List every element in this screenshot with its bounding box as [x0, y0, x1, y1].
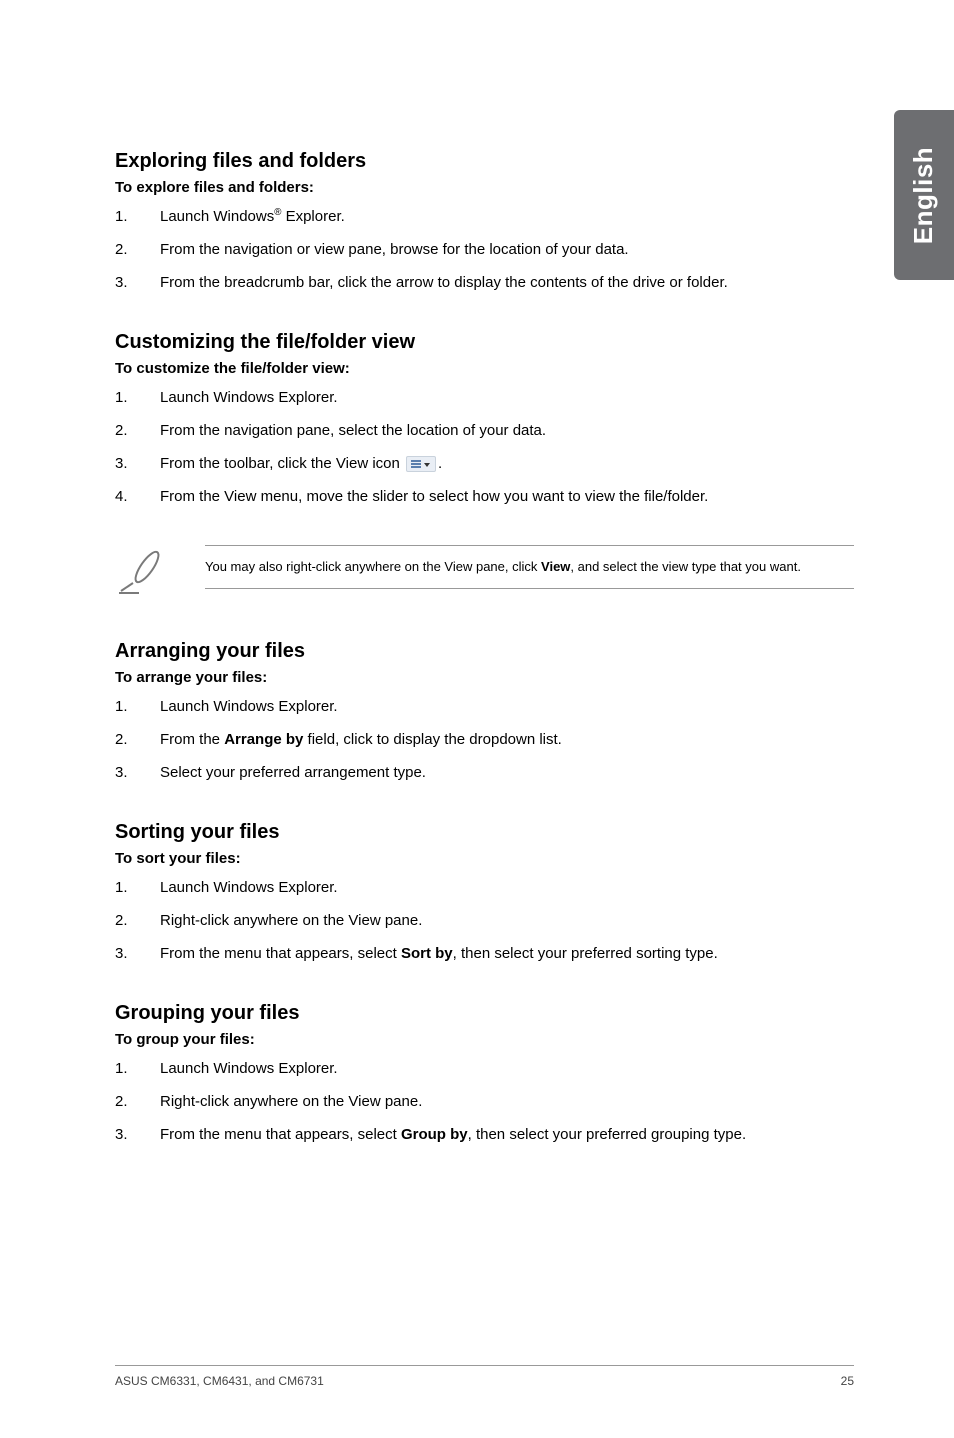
page-footer: ASUS CM6331, CM6431, and CM6731 25	[115, 1365, 854, 1388]
item-text: From the menu that appears, select Group…	[160, 1126, 746, 1143]
language-side-tab: English	[894, 110, 954, 280]
language-label: English	[909, 146, 940, 243]
heading-arranging: Arranging your files	[115, 640, 854, 663]
section-arranging: Arranging your files To arrange your fil…	[115, 640, 854, 783]
list-item: 3. Select your preferred arrangement typ…	[115, 762, 854, 783]
item-number: 3.	[115, 762, 128, 783]
item-number: 3.	[115, 453, 128, 474]
item-text: Select your preferred arrangement type.	[160, 764, 426, 781]
heading-grouping: Grouping your files	[115, 1002, 854, 1025]
item-text: From the navigation pane, select the loc…	[160, 422, 546, 439]
list-item: 2. Right-click anywhere on the View pane…	[115, 910, 854, 931]
note-callout: You may also right-click anywhere on the…	[115, 545, 854, 600]
item-number: 2.	[115, 1091, 128, 1112]
item-number: 4.	[115, 486, 128, 507]
item-number: 3.	[115, 943, 128, 964]
list-customizing: 1. Launch Windows Explorer. 2. From the …	[115, 387, 854, 507]
subhead-arranging: To arrange your files:	[115, 669, 854, 686]
item-number: 2.	[115, 420, 128, 441]
item-number: 3.	[115, 272, 128, 293]
item-text: Right-click anywhere on the View pane.	[160, 912, 422, 929]
section-grouping: Grouping your files To group your files:…	[115, 1002, 854, 1145]
item-text: From the breadcrumb bar, click the arrow…	[160, 274, 728, 291]
item-text: Launch Windows® Explorer.	[160, 208, 345, 225]
list-item: 3. From the breadcrumb bar, click the ar…	[115, 272, 854, 293]
pen-icon	[115, 545, 165, 600]
heading-sorting: Sorting your files	[115, 821, 854, 844]
list-item: 2. From the navigation pane, select the …	[115, 420, 854, 441]
item-text: Launch Windows Explorer.	[160, 1060, 338, 1077]
section-sorting: Sorting your files To sort your files: 1…	[115, 821, 854, 964]
list-sorting: 1. Launch Windows Explorer. 2. Right-cli…	[115, 877, 854, 964]
item-text: Right-click anywhere on the View pane.	[160, 1093, 422, 1110]
list-item: 1. Launch Windows Explorer.	[115, 877, 854, 898]
item-number: 1.	[115, 387, 128, 408]
item-number: 2.	[115, 729, 128, 750]
list-arranging: 1. Launch Windows Explorer. 2. From the …	[115, 696, 854, 783]
list-item: 4. From the View menu, move the slider t…	[115, 486, 854, 507]
subhead-sorting: To sort your files:	[115, 850, 854, 867]
item-number: 2.	[115, 239, 128, 260]
footer-page-number: 25	[841, 1374, 854, 1388]
list-item: 2. From the navigation or view pane, bro…	[115, 239, 854, 260]
heading-exploring: Exploring files and folders	[115, 150, 854, 173]
item-text: From the navigation or view pane, browse…	[160, 241, 629, 258]
item-number: 1.	[115, 696, 128, 717]
subhead-grouping: To group your files:	[115, 1031, 854, 1048]
item-number: 2.	[115, 910, 128, 931]
callout-text: You may also right-click anywhere on the…	[205, 545, 854, 589]
list-item: 1. Launch Windows® Explorer.	[115, 206, 854, 227]
list-item: 1. Launch Windows Explorer.	[115, 1058, 854, 1079]
view-dropdown-icon	[406, 456, 436, 472]
list-grouping: 1. Launch Windows Explorer. 2. Right-cli…	[115, 1058, 854, 1145]
item-text: From the toolbar, click the View icon .	[160, 455, 442, 472]
item-text: Launch Windows Explorer.	[160, 389, 338, 406]
item-number: 1.	[115, 1058, 128, 1079]
item-text: From the Arrange by field, click to disp…	[160, 731, 562, 748]
list-item: 1. Launch Windows Explorer.	[115, 696, 854, 717]
item-number: 1.	[115, 877, 128, 898]
list-item: 3. From the menu that appears, select So…	[115, 943, 854, 964]
item-text: From the View menu, move the slider to s…	[160, 488, 708, 505]
footer-model: ASUS CM6331, CM6431, and CM6731	[115, 1374, 324, 1388]
item-text: Launch Windows Explorer.	[160, 879, 338, 896]
list-item: 3. From the menu that appears, select Gr…	[115, 1124, 854, 1145]
list-item: 3. From the toolbar, click the View icon…	[115, 453, 854, 474]
heading-customizing: Customizing the file/folder view	[115, 331, 854, 354]
section-customizing: Customizing the file/folder view To cust…	[115, 331, 854, 507]
page-content: Exploring files and folders To explore f…	[0, 0, 954, 1233]
list-item: 1. Launch Windows Explorer.	[115, 387, 854, 408]
item-number: 1.	[115, 206, 128, 227]
list-exploring: 1. Launch Windows® Explorer. 2. From the…	[115, 206, 854, 293]
section-exploring: Exploring files and folders To explore f…	[115, 150, 854, 293]
subhead-exploring: To explore files and folders:	[115, 179, 854, 196]
list-item: 2. From the Arrange by field, click to d…	[115, 729, 854, 750]
item-text: From the menu that appears, select Sort …	[160, 945, 718, 962]
subhead-customizing: To customize the file/folder view:	[115, 360, 854, 377]
list-item: 2. Right-click anywhere on the View pane…	[115, 1091, 854, 1112]
item-text: Launch Windows Explorer.	[160, 698, 338, 715]
item-number: 3.	[115, 1124, 128, 1145]
